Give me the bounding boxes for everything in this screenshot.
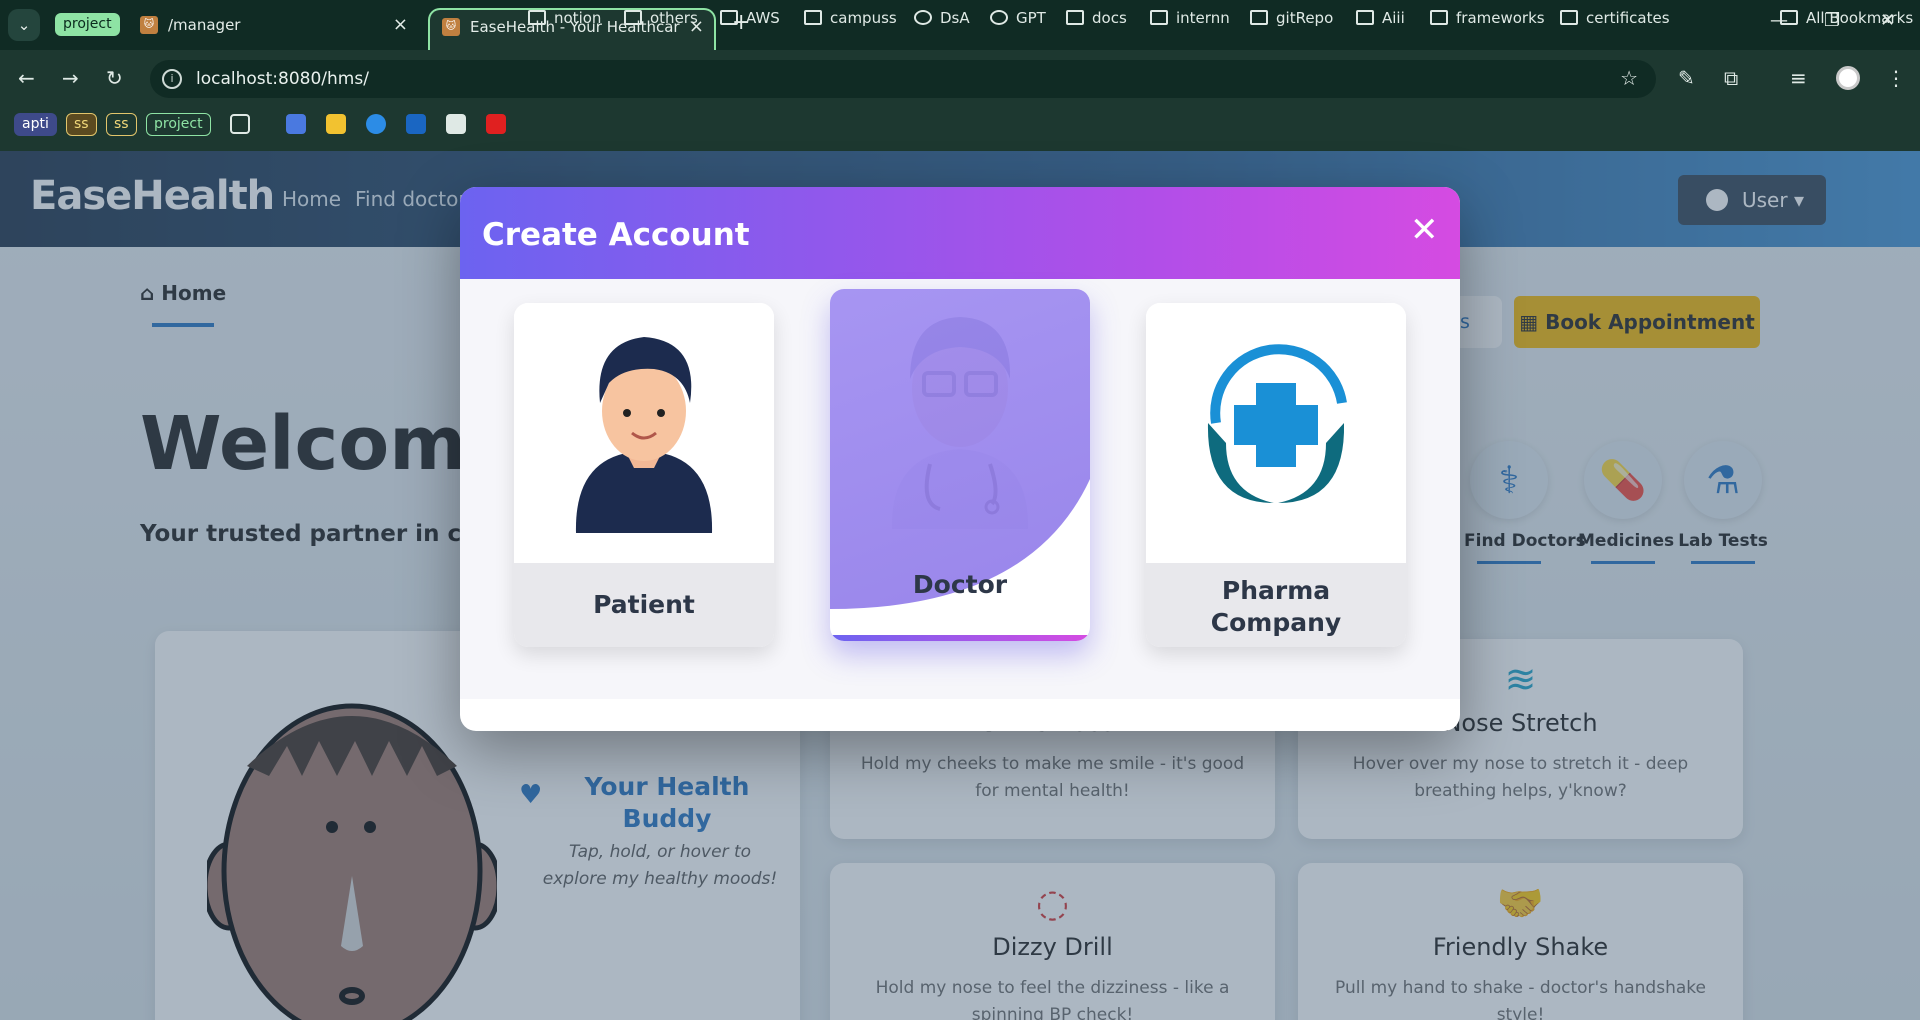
bookmark-certificates[interactable]: certificates xyxy=(1560,6,1670,30)
bookmark-chip-ss[interactable]: ss xyxy=(66,113,97,136)
eyedropper-icon[interactable]: ✎ xyxy=(1678,66,1695,90)
address-bar[interactable]: i localhost:8080/hms/ ☆ xyxy=(150,60,1656,98)
bookmark-internn[interactable]: internn xyxy=(1150,6,1230,30)
folder-icon xyxy=(1430,10,1448,25)
bookmark-notion[interactable]: notion xyxy=(528,6,601,30)
bookmark-gpt[interactable]: GPT xyxy=(990,6,1046,30)
site-info-icon[interactable]: i xyxy=(162,69,182,89)
role-card-patient[interactable]: Patient xyxy=(514,303,774,647)
bookmark-chip-project[interactable]: project xyxy=(146,113,211,136)
selected-indicator xyxy=(830,635,1090,641)
onedrive-icon[interactable] xyxy=(366,114,386,134)
tab-search-button[interactable]: ⌄ xyxy=(8,9,40,41)
patient-avatar-icon xyxy=(514,303,774,563)
bookmark-docs[interactable]: docs xyxy=(1066,6,1127,30)
globe-icon xyxy=(914,10,932,25)
tomcat-favicon-icon: 🐱 xyxy=(140,16,158,34)
bookmark-site-icon[interactable] xyxy=(446,114,466,134)
back-icon[interactable]: ← xyxy=(18,66,35,90)
folder-icon xyxy=(624,10,642,25)
folder-icon xyxy=(1560,10,1578,25)
bookmark-chip-ss-2[interactable]: ss xyxy=(106,113,137,136)
folder-icon xyxy=(804,10,822,25)
easehealth-favicon-icon: 🐱 xyxy=(442,18,460,36)
extensions-icon[interactable]: ⧉ xyxy=(1724,66,1738,90)
role-label: Doctor xyxy=(912,570,1008,599)
folder-icon xyxy=(1780,10,1798,25)
pharma-medical-icon xyxy=(1146,303,1406,563)
bookmark-dsa[interactable]: DsA xyxy=(914,6,970,30)
profile-avatar[interactable] xyxy=(1836,66,1860,90)
folder-icon xyxy=(1150,10,1168,25)
folder-icon xyxy=(720,10,738,25)
forward-icon[interactable]: → xyxy=(62,66,79,90)
apps-grid-icon[interactable] xyxy=(230,114,250,134)
tab-title: /manager xyxy=(168,16,241,34)
bookmark-chip-apti[interactable]: apti xyxy=(14,113,57,136)
bookmark-others[interactable]: others xyxy=(624,6,698,30)
role-card-pharma[interactable]: Pharma Company xyxy=(1146,303,1406,647)
folder-icon xyxy=(1250,10,1268,25)
tab-group-label[interactable]: project xyxy=(55,13,120,36)
bookmark-gitrepo[interactable]: gitRepo xyxy=(1250,6,1333,30)
tab-manager[interactable]: 🐱 /manager × xyxy=(128,8,418,50)
openai-icon xyxy=(990,10,1008,25)
close-icon[interactable]: ✕ xyxy=(1410,213,1439,247)
role-card-doctor[interactable]: Doctor xyxy=(830,289,1090,641)
bookmark-campuss[interactable]: campuss xyxy=(804,6,897,30)
notion-icon xyxy=(528,10,546,25)
drive-icon[interactable] xyxy=(326,114,346,134)
linkedin-icon[interactable] xyxy=(406,114,426,134)
role-label: Patient xyxy=(514,563,774,647)
menu-icon[interactable]: ⋮ xyxy=(1886,66,1906,90)
bookmark-aiii[interactable]: Aiii xyxy=(1356,6,1405,30)
youtube-icon[interactable] xyxy=(486,114,506,134)
role-label: Pharma Company xyxy=(1146,563,1406,647)
translate-icon[interactable] xyxy=(286,114,306,134)
url-text[interactable]: localhost:8080/hms/ xyxy=(196,69,369,89)
folder-icon xyxy=(1356,10,1374,25)
close-tab-icon[interactable]: × xyxy=(393,8,408,42)
media-icon[interactable]: ≡ xyxy=(1790,66,1807,90)
modal-body: Patient Doctor Pharma Company xyxy=(460,279,1460,699)
browser-chrome: ⌄ project 🐱 /manager × 🐱 EaseHealth - Yo… xyxy=(0,0,1920,151)
bookmark-aws[interactable]: AWS xyxy=(720,6,780,30)
create-account-modal: Create Account ✕ Patient Doctor Pharma C… xyxy=(460,187,1460,731)
reload-icon[interactable]: ↻ xyxy=(106,66,123,90)
modal-title: Create Account xyxy=(482,217,750,253)
bookmark-frameworks[interactable]: frameworks xyxy=(1430,6,1545,30)
bookmark-star-icon[interactable]: ☆ xyxy=(1620,66,1638,90)
modal-header: Create Account ✕ xyxy=(460,187,1460,279)
folder-icon xyxy=(1066,10,1084,25)
all-bookmarks[interactable]: All Bookmarks xyxy=(1780,6,1913,30)
